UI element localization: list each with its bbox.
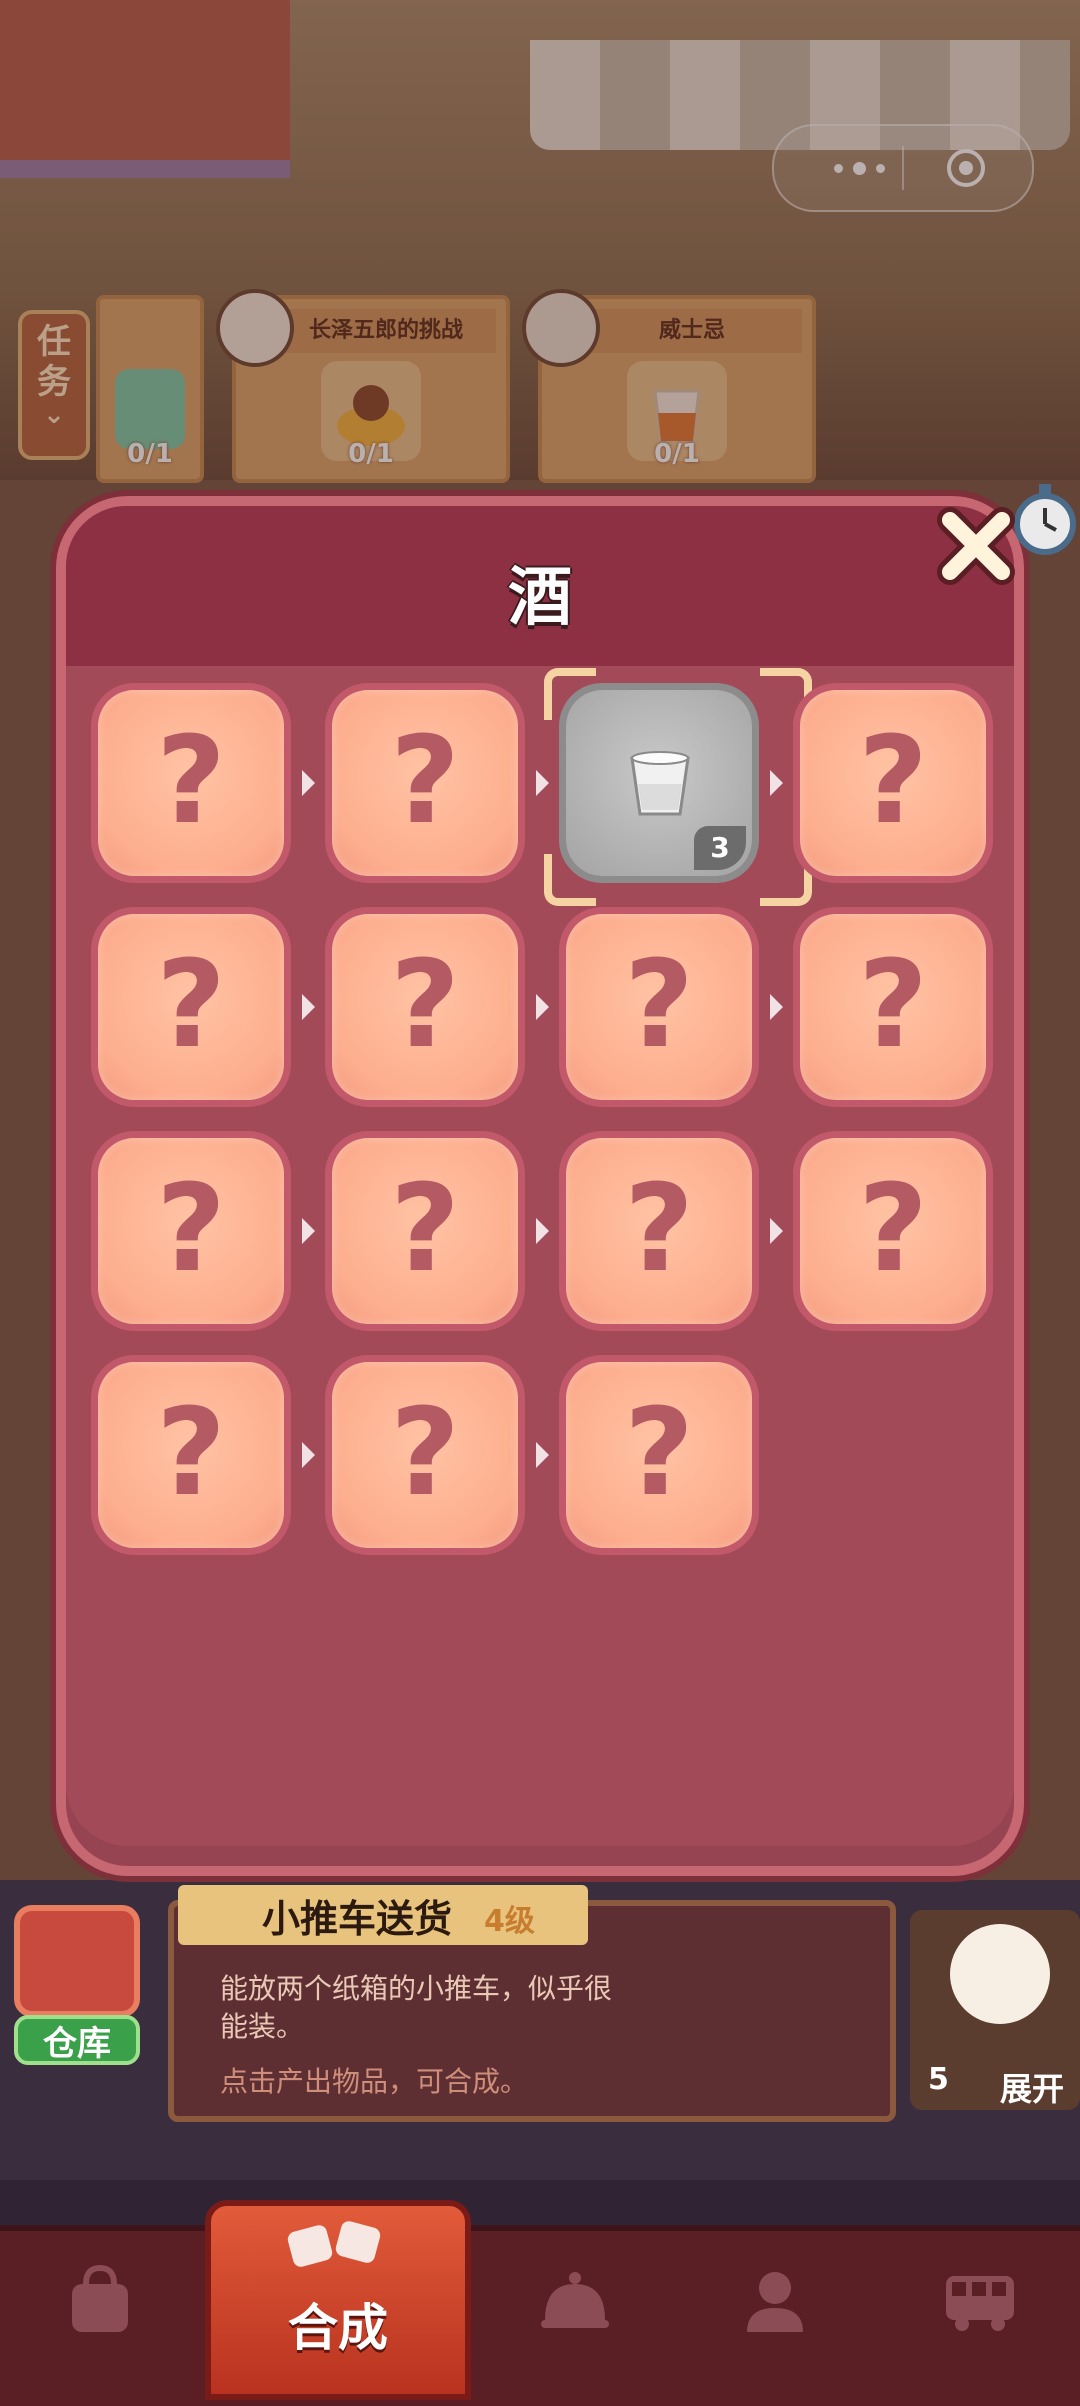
locked-item-cell[interactable]: ? — [566, 914, 752, 1100]
nav-merge-label: 合成 — [288, 2299, 388, 2357]
unknown-label: ? — [858, 1160, 928, 1299]
arrow-right-icon — [302, 770, 315, 796]
unknown-label: ? — [624, 1160, 694, 1299]
item-level: 4级 — [484, 1904, 535, 1939]
panel-title: 酒 — [508, 561, 572, 635]
unknown-label: ? — [390, 936, 460, 1075]
arrow-right-icon — [770, 770, 783, 796]
locked-item-cell[interactable]: ? — [98, 914, 284, 1100]
locked-item-cell[interactable]: ? — [98, 1362, 284, 1548]
arrow-right-icon — [302, 1218, 315, 1244]
unknown-label: ? — [390, 712, 460, 851]
locked-item-cell[interactable]: ? — [566, 1138, 752, 1324]
arrow-right-icon — [302, 994, 315, 1020]
person-icon — [747, 2272, 803, 2332]
arrow-right-icon — [536, 1218, 549, 1244]
arrow-right-icon — [770, 1218, 783, 1244]
locked-item-cell[interactable]: ? — [98, 690, 284, 876]
selection-corner — [760, 854, 812, 906]
bag-icon — [72, 2264, 128, 2332]
item-hint: 点击产出物品，可合成。 — [220, 2065, 529, 2098]
close-icon[interactable] — [930, 500, 1022, 592]
locked-item-cell[interactable]: ? — [332, 1362, 518, 1548]
expand-button[interactable]: 展开 — [1000, 2064, 1064, 2110]
unknown-label: ? — [858, 712, 928, 851]
item-count-badge: 3 — [694, 826, 746, 870]
lucky-cat-icon — [950, 1924, 1050, 2024]
arrow-right-icon — [536, 1442, 549, 1468]
locked-item-cell[interactable]: ? — [800, 690, 986, 876]
selection-corner — [544, 854, 596, 906]
unknown-label: ? — [156, 1160, 226, 1299]
unknown-label: ? — [858, 936, 928, 1075]
arrow-right-icon — [536, 994, 549, 1020]
warehouse-button[interactable]: 仓库 — [14, 1905, 140, 2065]
nav-bus[interactable] — [910, 2240, 1050, 2380]
locked-item-cell[interactable]: ? — [332, 690, 518, 876]
unknown-label: ? — [624, 1384, 694, 1523]
nav-service[interactable] — [505, 2240, 645, 2380]
glass-icon — [630, 751, 690, 816]
nav-bag[interactable] — [30, 2240, 170, 2380]
selection-corner — [544, 668, 596, 720]
merge-icon — [287, 2221, 381, 2267]
unknown-label: ? — [390, 1160, 460, 1299]
unknown-label: ? — [156, 712, 226, 851]
unknown-label: ? — [390, 1384, 460, 1523]
locked-item-cell[interactable]: ? — [800, 1138, 986, 1324]
locked-item-cell[interactable]: ? — [332, 1138, 518, 1324]
item-title: 小推车送货 — [262, 1897, 453, 1941]
item-description: 能放两个纸箱的小推车，似乎很能装。 — [220, 1972, 613, 2043]
unknown-label: ? — [156, 1384, 226, 1523]
warehouse-box-icon — [14, 1905, 140, 2017]
unknown-label: ? — [624, 936, 694, 1075]
locked-item-cell[interactable]: ? — [98, 1138, 284, 1324]
locked-item-cell[interactable]: ? — [332, 914, 518, 1100]
arrow-right-icon — [302, 1442, 315, 1468]
unknown-label: ? — [156, 936, 226, 1075]
bus-icon — [946, 2276, 1014, 2331]
locked-item-cell[interactable]: ? — [566, 1362, 752, 1548]
nav-staff[interactable] — [705, 2240, 845, 2380]
warehouse-label: 仓库 — [14, 2015, 140, 2065]
locked-item-cell[interactable]: ? — [800, 914, 986, 1100]
arrow-right-icon — [536, 770, 549, 796]
arrow-right-icon — [770, 994, 783, 1020]
cat-count: 5 — [928, 2062, 949, 2097]
service-bell-icon — [541, 2272, 609, 2328]
